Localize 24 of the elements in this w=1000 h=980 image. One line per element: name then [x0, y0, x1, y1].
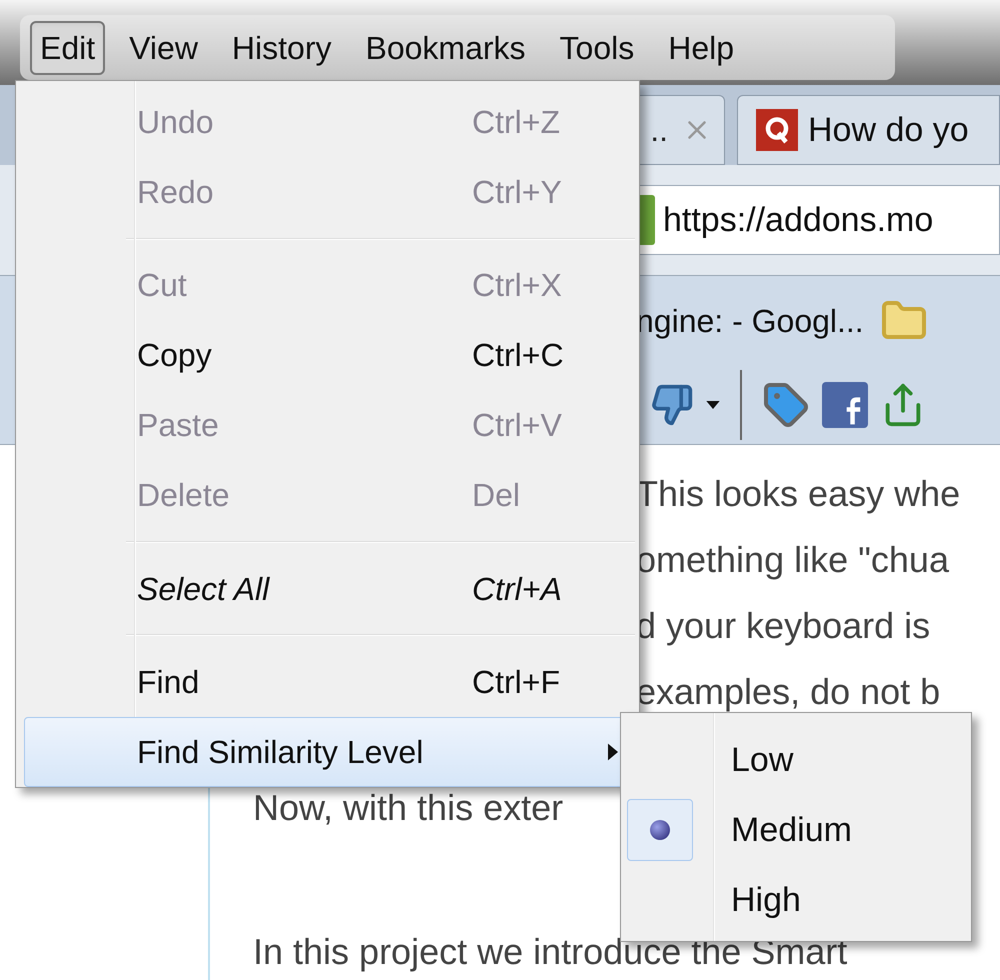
- facebook-icon[interactable]: [822, 382, 868, 428]
- menu-bar-item[interactable]: Tools: [550, 20, 644, 74]
- tag-icon[interactable]: [762, 380, 810, 428]
- browser-tab[interactable]: How do yo: [737, 95, 1000, 165]
- body-text: omething like "chua: [636, 538, 949, 582]
- tab-title: How do yo: [808, 110, 969, 150]
- tab-title: ..: [650, 111, 668, 150]
- body-text: Now, with this exter: [253, 786, 564, 830]
- menu-bar-item[interactable]: Help: [658, 20, 744, 74]
- menu-bar-item[interactable]: View: [119, 20, 208, 74]
- q-logo-icon: [756, 109, 798, 151]
- menu-item[interactable]: Copy Ctrl+C: [24, 320, 631, 390]
- menu-bar-item[interactable]: Bookmarks: [355, 20, 536, 74]
- body-text: examples, do not b: [636, 670, 940, 714]
- menu-bar-item[interactable]: History: [222, 20, 342, 74]
- caret-icon[interactable]: [706, 400, 720, 408]
- menu-bar-item[interactable]: Edit: [30, 20, 106, 74]
- menu-item[interactable]: Find Ctrl+F: [24, 647, 631, 718]
- thumbs-down-icon[interactable]: [650, 382, 694, 426]
- radio-menu-item[interactable]: High: [621, 865, 971, 935]
- menu-item[interactable]: Select All Ctrl+A: [24, 554, 631, 624]
- body-text: This looks easy whe: [636, 472, 960, 516]
- submenu-arrow-icon: [608, 743, 618, 762]
- radio-menu-item[interactable]: Medium: [621, 795, 971, 865]
